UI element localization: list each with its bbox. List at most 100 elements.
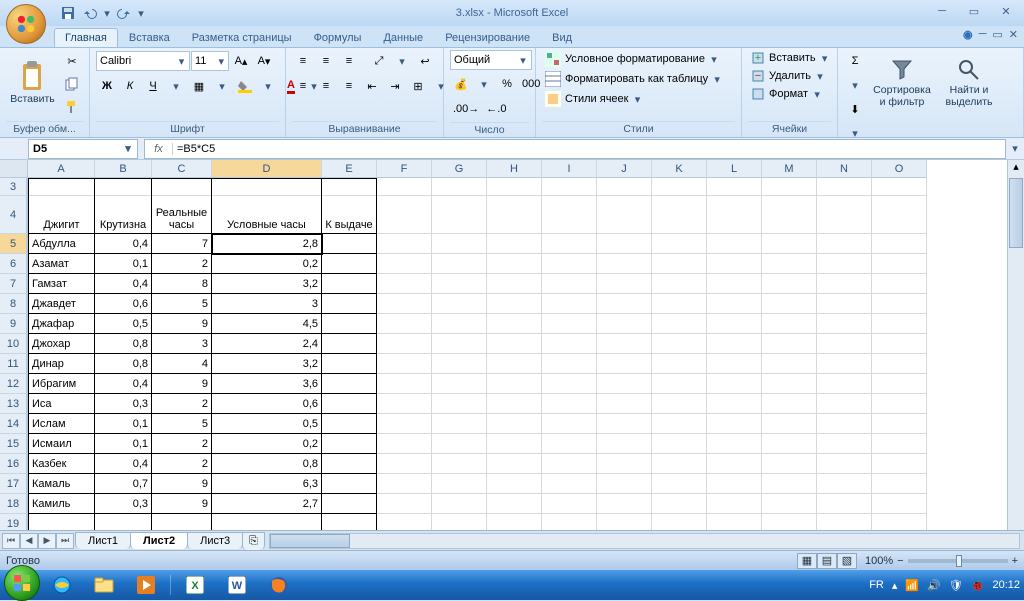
cell-A11[interactable]: Динар <box>28 354 95 374</box>
cell-B4[interactable]: Крутизна <box>95 178 152 234</box>
cell-J6[interactable] <box>597 254 652 274</box>
cell-E19[interactable] <box>322 514 377 530</box>
cell-M13[interactable] <box>762 394 817 414</box>
cell-H14[interactable] <box>487 414 542 434</box>
zoom-control[interactable]: 100% − + <box>865 555 1018 567</box>
decrease-decimal-icon[interactable]: ←.0 <box>483 98 509 120</box>
vertical-scrollbar[interactable]: ▴ <box>1007 160 1024 530</box>
cell-G8[interactable] <box>432 294 487 314</box>
save-icon[interactable] <box>58 3 78 23</box>
cell-O18[interactable] <box>872 494 927 514</box>
cell-E8[interactable] <box>322 294 377 314</box>
cell-A9[interactable]: Джафар <box>28 314 95 334</box>
cell-H15[interactable] <box>487 434 542 454</box>
cell-N4[interactable] <box>817 196 872 234</box>
cell-O15[interactable] <box>872 434 927 454</box>
tray-volume-icon[interactable]: 🔊 <box>927 579 941 592</box>
cell-M11[interactable] <box>762 354 817 374</box>
cell-K13[interactable] <box>652 394 707 414</box>
normal-view-icon[interactable]: ▦ <box>797 553 817 569</box>
cell-I18[interactable] <box>542 494 597 514</box>
cell-F4[interactable] <box>377 196 432 234</box>
cell-E15[interactable] <box>322 434 377 454</box>
cell-L19[interactable] <box>707 514 762 530</box>
bold-button[interactable]: Ж <box>96 75 118 97</box>
cell-G4[interactable] <box>432 196 487 234</box>
cell-styles-button[interactable]: Стили ячеек▾ <box>542 90 645 108</box>
cell-B18[interactable]: 0,3 <box>95 494 152 514</box>
cell-D9[interactable]: 4,5 <box>212 314 322 334</box>
cell-I15[interactable] <box>542 434 597 454</box>
cell-B6[interactable]: 0,1 <box>95 254 152 274</box>
conditional-formatting-button[interactable]: Условное форматирование▾ <box>542 50 722 68</box>
col-header-A[interactable]: A <box>28 160 95 178</box>
cell-I12[interactable] <box>542 374 597 394</box>
format-as-table-button[interactable]: Форматировать как таблицу▾ <box>542 70 725 88</box>
cell-D11[interactable]: 3,2 <box>212 354 322 374</box>
cell-H17[interactable] <box>487 474 542 494</box>
format-painter-icon[interactable] <box>61 96 83 118</box>
page-layout-view-icon[interactable]: ▤ <box>817 553 837 569</box>
redo-icon[interactable] <box>114 3 134 23</box>
cell-B10[interactable]: 0,8 <box>95 334 152 354</box>
cell-D6[interactable]: 0,2 <box>212 254 322 274</box>
row-header-9[interactable]: 9 <box>0 314 27 334</box>
cell-E17[interactable] <box>322 474 377 494</box>
cell-A19[interactable] <box>28 514 95 530</box>
cell-F14[interactable] <box>377 414 432 434</box>
currency-icon[interactable]: 💰 <box>450 73 472 95</box>
sheet-tab-1[interactable]: Лист2 <box>130 532 188 549</box>
cell-J12[interactable] <box>597 374 652 394</box>
col-header-I[interactable]: I <box>542 160 597 178</box>
cell-K11[interactable] <box>652 354 707 374</box>
cell-M12[interactable] <box>762 374 817 394</box>
cell-D8[interactable]: 3 <box>212 294 322 314</box>
cell-D15[interactable]: 0,2 <box>212 434 322 454</box>
cell-J18[interactable] <box>597 494 652 514</box>
row-header-12[interactable]: 12 <box>0 374 27 394</box>
start-button[interactable] <box>4 565 40 601</box>
cell-B7[interactable]: 0,4 <box>95 274 152 294</box>
doc-close-button[interactable]: ✕ <box>1009 28 1018 41</box>
number-format-combo[interactable]: Общий▾ <box>450 50 532 70</box>
cell-L16[interactable] <box>707 454 762 474</box>
cell-K6[interactable] <box>652 254 707 274</box>
cell-N17[interactable] <box>817 474 872 494</box>
cell-M19[interactable] <box>762 514 817 530</box>
cell-K10[interactable] <box>652 334 707 354</box>
cell-I19[interactable] <box>542 514 597 530</box>
cell-I10[interactable] <box>542 334 597 354</box>
cell-O19[interactable] <box>872 514 927 530</box>
taskbar-explorer-icon[interactable] <box>84 572 124 598</box>
cell-K7[interactable] <box>652 274 707 294</box>
cell-L5[interactable] <box>707 234 762 254</box>
help-icon[interactable]: ◉ <box>963 28 973 41</box>
cell-D17[interactable]: 6,3 <box>212 474 322 494</box>
cell-K17[interactable] <box>652 474 707 494</box>
taskbar-excel-icon[interactable]: X <box>175 572 215 598</box>
cell-I8[interactable] <box>542 294 597 314</box>
cell-G11[interactable] <box>432 354 487 374</box>
cell-L8[interactable] <box>707 294 762 314</box>
cell-E10[interactable] <box>322 334 377 354</box>
percent-icon[interactable]: % <box>496 73 518 95</box>
cell-K8[interactable] <box>652 294 707 314</box>
cell-I17[interactable] <box>542 474 597 494</box>
cell-N12[interactable] <box>817 374 872 394</box>
cell-F7[interactable] <box>377 274 432 294</box>
cell-C5[interactable]: 7 <box>152 234 212 254</box>
cell-M14[interactable] <box>762 414 817 434</box>
undo-icon[interactable] <box>80 3 100 23</box>
cell-B17[interactable]: 0,7 <box>95 474 152 494</box>
qat-customize-icon[interactable]: ▾ <box>136 3 146 23</box>
cell-M3[interactable] <box>762 178 817 196</box>
cell-N11[interactable] <box>817 354 872 374</box>
cell-I3[interactable] <box>542 178 597 196</box>
cell-A10[interactable]: Джохар <box>28 334 95 354</box>
taskbar-firefox-icon[interactable] <box>259 572 299 598</box>
cell-O5[interactable] <box>872 234 927 254</box>
cell-K12[interactable] <box>652 374 707 394</box>
copy-icon[interactable] <box>61 73 83 95</box>
cell-H16[interactable] <box>487 454 542 474</box>
col-header-N[interactable]: N <box>817 160 872 178</box>
